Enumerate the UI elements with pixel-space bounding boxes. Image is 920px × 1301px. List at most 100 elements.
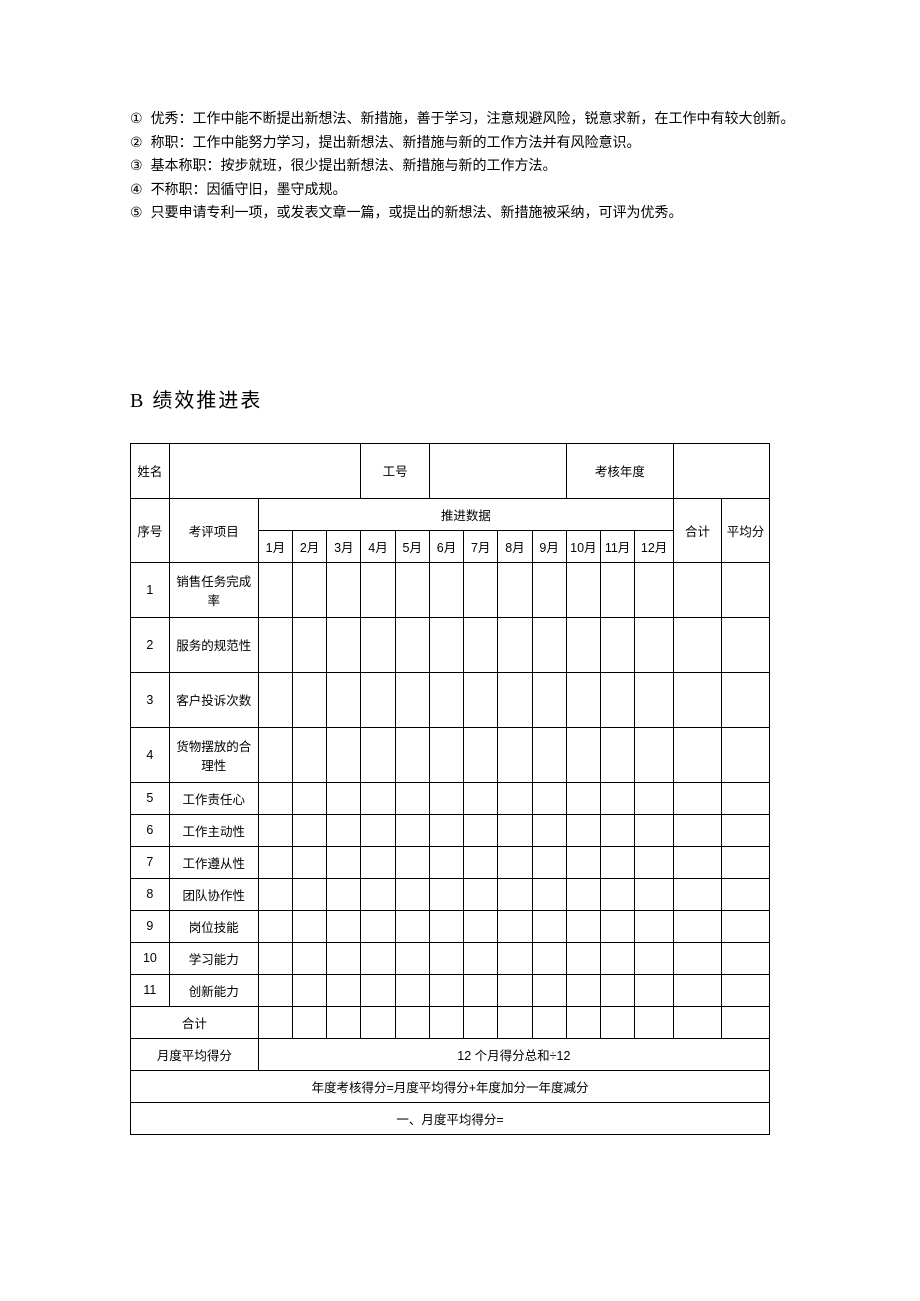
cell — [600, 672, 634, 727]
cell — [327, 672, 361, 727]
cell — [566, 942, 600, 974]
row-name: 岗位技能 — [169, 910, 258, 942]
cell — [721, 562, 769, 617]
cell — [361, 617, 395, 672]
cell — [566, 878, 600, 910]
cell — [635, 910, 674, 942]
cell — [361, 727, 395, 782]
year-label: 考核年度 — [566, 443, 673, 498]
cell — [395, 846, 429, 878]
criteria-item: ⑤ 只要申请专利一项，或发表文章一篇，或提出的新想法、新措施被采纳，可评为优秀。 — [130, 204, 810, 224]
cell — [674, 814, 722, 846]
cell — [674, 910, 722, 942]
col-avg: 平均分 — [721, 498, 769, 562]
cell — [361, 910, 395, 942]
cell — [429, 672, 463, 727]
cell — [721, 672, 769, 727]
table-row: 7 工作遵从性 — [131, 846, 770, 878]
cell — [635, 814, 674, 846]
cell — [258, 617, 292, 672]
cell — [566, 846, 600, 878]
cell — [292, 910, 326, 942]
cell — [395, 672, 429, 727]
cell — [429, 846, 463, 878]
cell — [532, 617, 566, 672]
cell — [292, 974, 326, 1006]
col-item: 考评项目 — [169, 498, 258, 562]
cell — [498, 846, 532, 878]
cell — [674, 782, 722, 814]
cell — [292, 814, 326, 846]
cell — [327, 910, 361, 942]
col-month: 10月 — [566, 530, 600, 562]
cell — [464, 814, 498, 846]
row-name: 销售任务完成率 — [169, 562, 258, 617]
cell — [464, 974, 498, 1006]
cell — [721, 1006, 769, 1038]
cell — [532, 878, 566, 910]
month-avg-formula: 12 个月得分总和÷12 — [258, 1038, 769, 1070]
footer-line: 一、月度平均得分= — [131, 1102, 770, 1134]
col-seq: 序号 — [131, 498, 170, 562]
cell — [600, 562, 634, 617]
table-row: 10 学习能力 — [131, 942, 770, 974]
cell — [635, 617, 674, 672]
row-name: 团队协作性 — [169, 878, 258, 910]
sum-label: 合计 — [131, 1006, 259, 1038]
cell — [395, 814, 429, 846]
col-month: 9月 — [532, 530, 566, 562]
row-name: 创新能力 — [169, 974, 258, 1006]
cell — [532, 910, 566, 942]
criteria-marker: ① — [130, 110, 143, 130]
cell — [429, 814, 463, 846]
cell — [361, 942, 395, 974]
cell — [258, 846, 292, 878]
cell — [600, 617, 634, 672]
cell — [532, 562, 566, 617]
table-row: 11 创新能力 — [131, 974, 770, 1006]
cell — [600, 878, 634, 910]
cell — [635, 782, 674, 814]
col-month: 6月 — [429, 530, 463, 562]
cell — [566, 782, 600, 814]
cell — [566, 910, 600, 942]
table-row: 5 工作责任心 — [131, 782, 770, 814]
criteria-item: ④ 不称职：因循守旧，墨守成规。 — [130, 181, 810, 201]
cell — [532, 672, 566, 727]
cell — [292, 562, 326, 617]
cell — [674, 672, 722, 727]
cell — [258, 672, 292, 727]
cell — [327, 942, 361, 974]
cell — [327, 617, 361, 672]
row-name: 货物摆放的合理性 — [169, 727, 258, 782]
cell — [674, 974, 722, 1006]
cell — [395, 782, 429, 814]
cell — [635, 727, 674, 782]
cell — [532, 942, 566, 974]
criteria-text: 优秀：工作中能不断提出新想法、新措施，善于学习，注意规避风险，锐意求新，在工作中… — [151, 110, 810, 130]
cell — [721, 942, 769, 974]
cell — [674, 878, 722, 910]
cell — [429, 974, 463, 1006]
cell — [721, 814, 769, 846]
cell — [721, 974, 769, 1006]
cell — [566, 974, 600, 1006]
col-month: 7月 — [464, 530, 498, 562]
cell — [292, 782, 326, 814]
cell — [361, 846, 395, 878]
cell — [498, 974, 532, 1006]
cell — [361, 562, 395, 617]
cell — [674, 846, 722, 878]
cell — [429, 727, 463, 782]
cell — [635, 562, 674, 617]
row-no: 9 — [131, 910, 170, 942]
annual-formula-row: 年度考核得分=月度平均得分+年度加分一年度减分 — [131, 1070, 770, 1102]
cell — [600, 910, 634, 942]
cell — [635, 974, 674, 1006]
cell — [674, 562, 722, 617]
cell — [327, 846, 361, 878]
cell — [498, 910, 532, 942]
cell — [464, 1006, 498, 1038]
cell — [600, 942, 634, 974]
cell — [498, 562, 532, 617]
